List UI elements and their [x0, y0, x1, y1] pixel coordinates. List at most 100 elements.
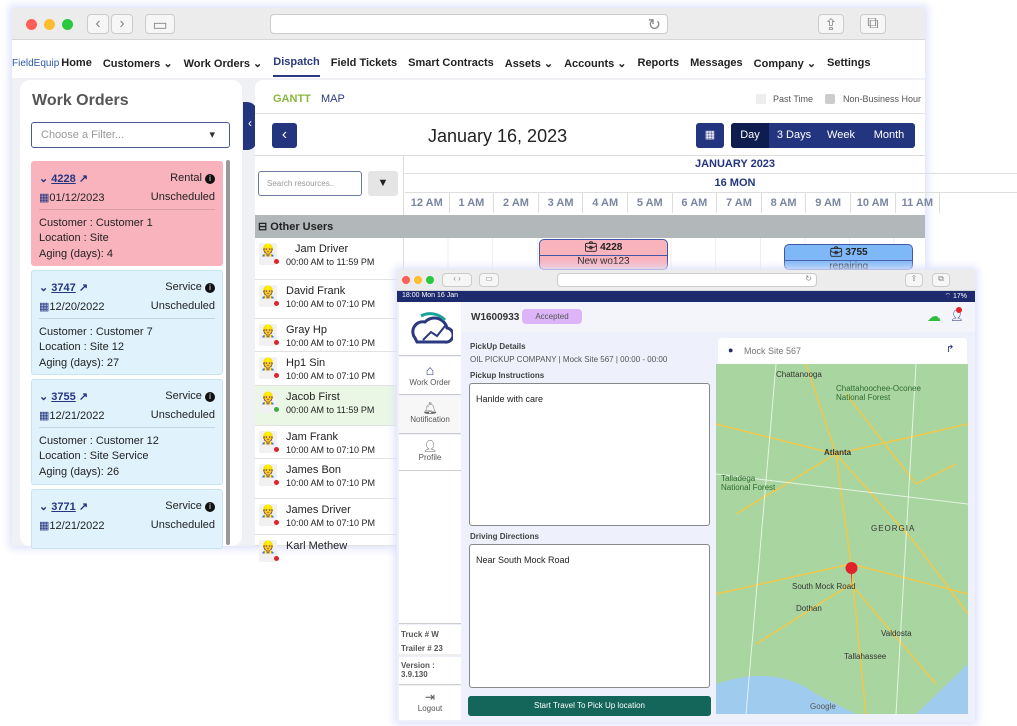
resource-row[interactable]: 👷 Hp1 Sin 10:00 AM to 07:10 PM [255, 352, 403, 386]
address-bar[interactable]: ↻ [270, 14, 668, 34]
cloud-sync-icon[interactable]: ☁ [927, 308, 941, 325]
nav-work-orders[interactable]: Work Orders ⌄ [184, 57, 263, 70]
nav-settings[interactable]: Settings [827, 57, 870, 69]
view-week[interactable]: Week [819, 123, 863, 148]
status-dot [274, 520, 279, 525]
close-dot[interactable] [402, 276, 410, 284]
external-link-icon[interactable]: ↗ [79, 501, 88, 513]
nav-company[interactable]: Company ⌄ [754, 57, 816, 70]
resource-row[interactable]: 👷 Karl Methew [255, 535, 403, 562]
nav-smart-contracts[interactable]: Smart Contracts [408, 57, 494, 69]
nav-dispatch[interactable]: Dispatch [273, 49, 320, 77]
sidebar-work-order[interactable]: ⌂ Work Order [399, 357, 461, 395]
hour-label: 5 AM [628, 193, 673, 213]
nav-home[interactable]: Home [61, 57, 92, 69]
work-order-card[interactable]: ⌄ 4228 ↗ Rental i ▦01/12/2023 Unschedule… [31, 161, 223, 266]
info-icon[interactable]: i [205, 283, 215, 293]
tabs-icon[interactable]: ⧉ [860, 14, 886, 34]
search-resources-input[interactable]: Search resources.. [258, 171, 362, 196]
sidebar-icon[interactable]: ▭ [145, 14, 175, 34]
external-link-icon[interactable]: ↗ [79, 173, 88, 185]
tab-gantt[interactable]: GANTT [273, 93, 311, 105]
work-order-type: Service i [165, 500, 215, 512]
resource-row[interactable]: 👷 David Frank 10:00 AM to 07:10 PM [255, 280, 403, 319]
maximize-dot[interactable] [62, 19, 73, 30]
view-month[interactable]: Month [863, 123, 915, 148]
resource-row[interactable]: 👷 James Bon 10:00 AM to 07:10 PM [255, 459, 403, 499]
tab-map[interactable]: MAP [321, 93, 345, 105]
view-3-days[interactable]: 3 Days [769, 123, 819, 148]
back-icon[interactable]: ‹ [87, 14, 109, 34]
work-order-id[interactable]: 4228 [51, 173, 75, 185]
share-icon[interactable]: ⇪ [905, 273, 923, 287]
view-day[interactable]: Day [731, 123, 769, 148]
work-order-card[interactable]: ⌄ 3771 ↗ Service i ▦12/21/2022 Unschedul… [31, 489, 223, 549]
briefcase-icon: 💼︎ [584, 242, 598, 253]
work-order-card[interactable]: ⌄ 3747 ↗ Service i ▦12/20/2022 Unschedul… [31, 270, 223, 375]
directions-icon[interactable]: ↱ [946, 344, 954, 355]
scrollbar[interactable] [226, 160, 230, 545]
work-order-link[interactable]: ⌄ 3755 ↗ [39, 390, 88, 403]
work-order-date: ▦01/12/2023 [39, 192, 105, 204]
external-link-icon[interactable]: ↗ [79, 391, 88, 403]
pickup-instructions-field[interactable]: Hanlde with care [469, 383, 710, 526]
nav-arrows[interactable]: ‹ › [442, 273, 472, 287]
sidebar-notification[interactable]: 🔔︎ Notification [399, 396, 461, 434]
minimize-dot[interactable] [44, 19, 55, 30]
tabs-icon[interactable]: ⧉ [932, 273, 950, 287]
group-label[interactable]: ⊟ Other Users [258, 220, 333, 233]
hour-header: 12 AM 1 AM 2 AM 3 AM 4 AM 5 AM 6 AM 7 AM 8 AM 9 A… [405, 193, 941, 213]
info-icon[interactable]: i [205, 502, 215, 512]
sidebar-icon[interactable]: ▭ [479, 273, 499, 287]
work-order-id[interactable]: 3771 [51, 501, 75, 513]
address-bar[interactable]: ↻ [557, 273, 817, 287]
nav-customers[interactable]: Customers ⌄ [103, 57, 173, 70]
truck-number: Truck # W [401, 630, 439, 639]
nav-messages[interactable]: Messages [690, 57, 743, 69]
close-dot[interactable] [26, 19, 37, 30]
start-travel-button[interactable]: Start Travel To Pick Up location [468, 696, 711, 716]
maximize-dot[interactable] [426, 276, 434, 284]
sidebar-spacer [399, 471, 461, 624]
nav-reports[interactable]: Reports [638, 57, 680, 69]
resource-row[interactable]: 👷 James Driver 10:00 AM to 07:10 PM [255, 499, 403, 535]
hour-label: 8 AM [762, 193, 807, 213]
work-order-link[interactable]: ⌄ 3771 ↗ [39, 500, 88, 513]
user-alert-icon[interactable]: 👤︎ [950, 307, 964, 322]
gantt-event[interactable]: 💼︎ 4228 New wo123 [538, 239, 669, 270]
map[interactable]: Chattanooga Atlanta GEORGIA South Mock R… [716, 364, 968, 714]
calendar-icon[interactable]: ▦ [696, 123, 724, 148]
nav-field-tickets[interactable]: Field Tickets [331, 57, 397, 69]
nav-accounts[interactable]: Accounts ⌄ [564, 57, 626, 70]
calendar-icon: ▦ [39, 301, 50, 313]
filter-select[interactable]: Choose a Filter... ▾ [31, 122, 230, 148]
sidebar-profile[interactable]: 👤︎ Profile [399, 435, 461, 471]
external-link-icon[interactable]: ↗ [79, 282, 88, 294]
resource-row[interactable]: 👷 Jam Driver 00:00 AM to 11:59 PM [255, 238, 403, 280]
forward-icon[interactable]: › [111, 14, 133, 34]
logout-button[interactable]: ⇥ Logout [399, 686, 461, 720]
work-order-status: Unscheduled [150, 519, 215, 531]
filter-icon[interactable]: ▼ [368, 171, 398, 196]
info-icon[interactable]: i [205, 392, 215, 402]
resource-hours: 10:00 AM to 07:10 PM [286, 299, 376, 309]
share-icon[interactable]: ⇪ [818, 14, 844, 34]
resource-row[interactable]: 👷 Jam Frank 10:00 AM to 07:10 PM [255, 426, 403, 459]
resource-row[interactable]: 👷 Gray Hp 10:00 AM to 07:10 PM [255, 319, 403, 352]
work-order-card[interactable]: ⌄ 3755 ↗ Service i ▦12/21/2022 Unschedul… [31, 379, 223, 485]
work-order-id[interactable]: 3747 [51, 282, 75, 294]
gantt-event[interactable]: 💼︎ 3755 repairing [784, 244, 914, 272]
work-order-type: Service i [165, 390, 215, 402]
work-order-link[interactable]: ⌄ 3747 ↗ [39, 281, 88, 294]
work-order-id[interactable]: 3755 [51, 391, 75, 403]
resource-row[interactable]: 👷 Jacob First 00:00 AM to 11:59 PM [255, 386, 403, 426]
work-order-location: Location : Site Service [39, 450, 149, 462]
hour-label: 7 AM [717, 193, 762, 213]
info-icon[interactable]: i [205, 174, 215, 184]
nav-assets[interactable]: Assets ⌄ [505, 57, 553, 70]
prev-date-button[interactable]: ‹ [272, 123, 297, 148]
driving-directions-field[interactable]: Near South Mock Road [469, 544, 710, 688]
work-order-link[interactable]: ⌄ 4228 ↗ [39, 172, 88, 185]
minimize-dot[interactable] [414, 276, 422, 284]
filter-placeholder: Choose a Filter... [41, 129, 125, 141]
